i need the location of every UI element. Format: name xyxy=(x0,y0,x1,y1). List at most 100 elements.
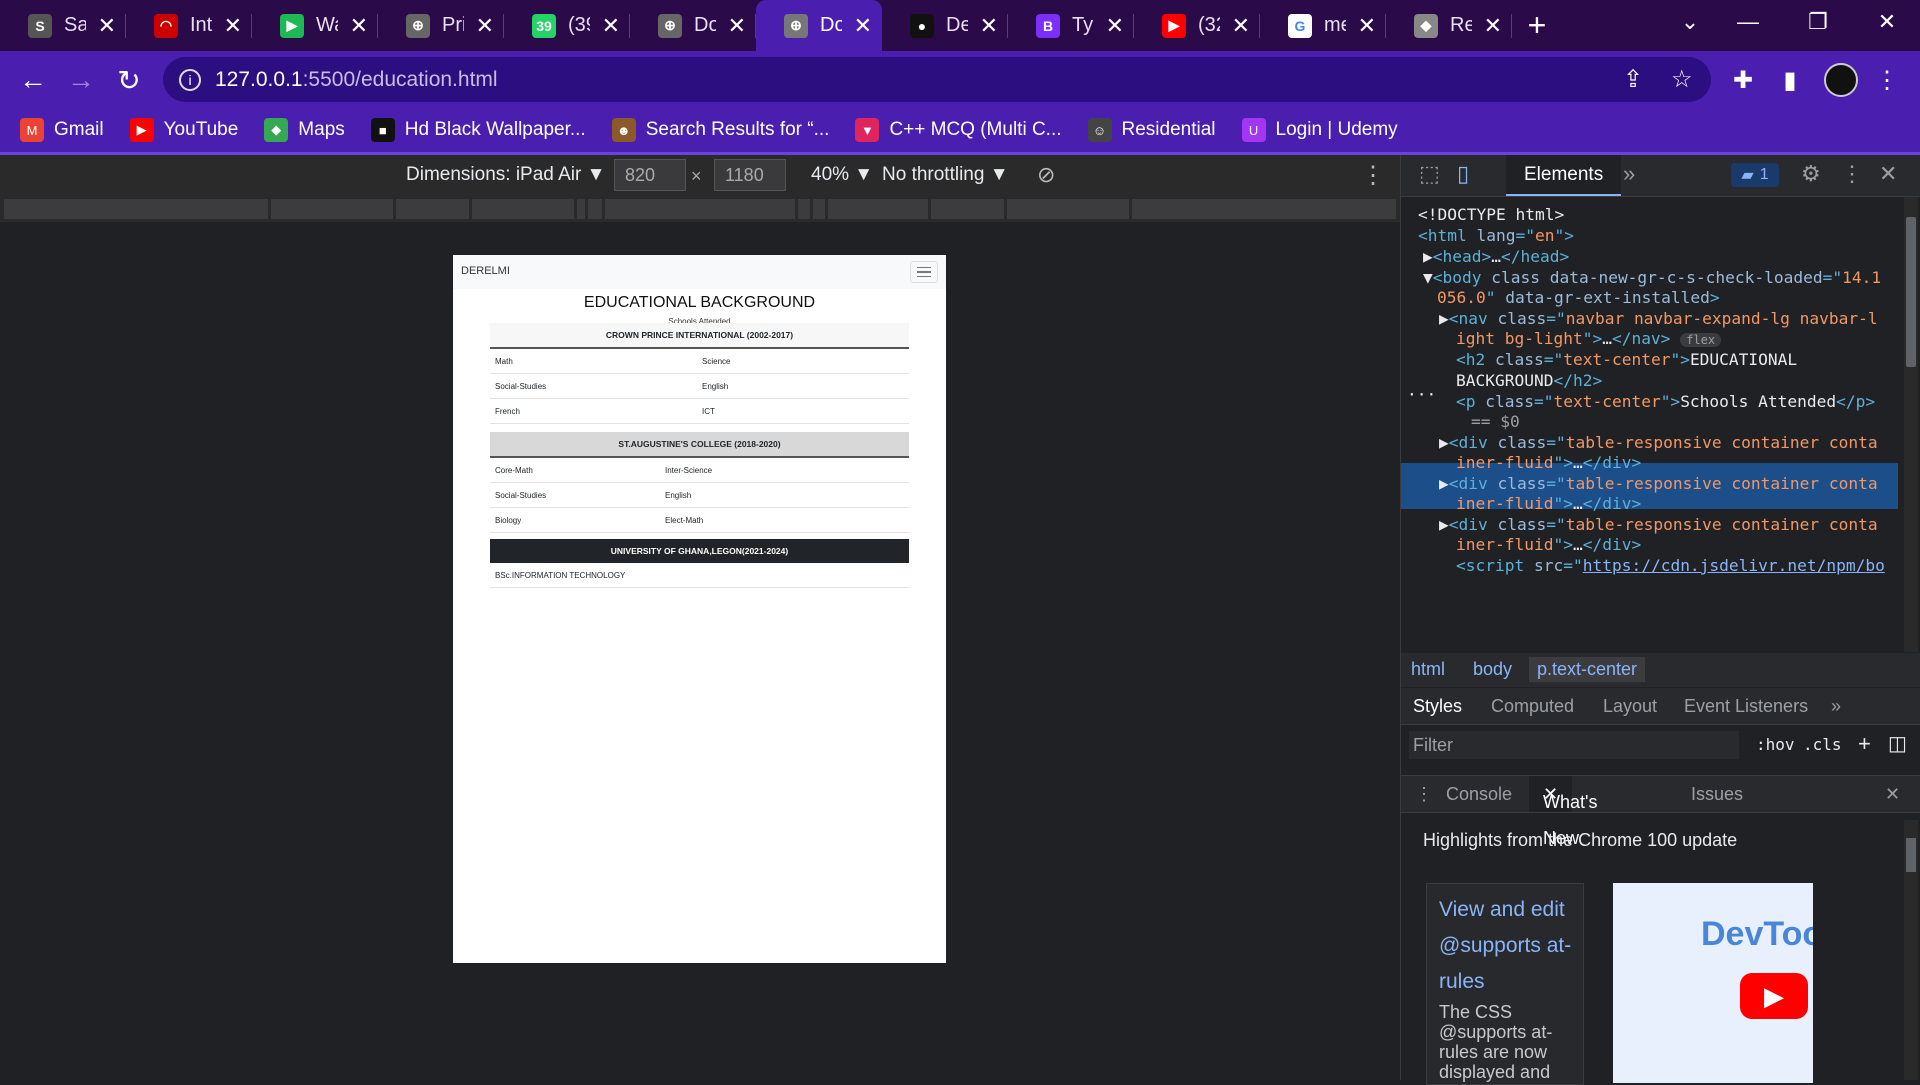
bookmark-label: Search Results for “... xyxy=(645,119,830,140)
tab-favicon-icon: S xyxy=(28,13,52,38)
cls-toggle[interactable]: .cls xyxy=(1803,735,1842,754)
youtube-play-icon[interactable]: ▶ xyxy=(1740,973,1808,1019)
inspect-element-icon[interactable]: ⬚ xyxy=(1419,161,1440,187)
close-devtools-icon[interactable]: ✕ xyxy=(1879,161,1897,187)
device-height-input[interactable]: 1180 xyxy=(714,159,786,191)
sidebar-toggle-icon[interactable]: ◫ xyxy=(1888,731,1907,756)
reload-icon[interactable]: ↻ xyxy=(110,61,148,99)
device-width-input[interactable]: 820 xyxy=(614,159,686,191)
tab-close-icon[interactable]: ✕ xyxy=(854,13,872,39)
browser-tab[interactable]: ▶ (32) ✕ xyxy=(1134,0,1260,51)
bookmark-item[interactable]: ☻ Search Results for “... xyxy=(611,118,830,142)
navbar-brand[interactable]: DERELMI xyxy=(461,265,510,277)
whats-new-video-thumbnail[interactable]: DevToo ▶ xyxy=(1613,883,1813,1083)
tab-layout[interactable]: Layout xyxy=(1603,696,1657,717)
browser-tab[interactable]: ▶ Watc ✕ xyxy=(252,0,378,51)
address-bar[interactable]: i 127.0.0.1:5500/education.html ⇪ ☆ xyxy=(163,57,1711,102)
bookmark-icon: U xyxy=(1241,118,1266,142)
tab-close-icon[interactable]: ✕ xyxy=(224,13,242,39)
site-info-icon[interactable]: i xyxy=(179,68,201,91)
throttling-dropdown[interactable]: No throttling ▼ xyxy=(882,164,1009,186)
tab-whats-new[interactable]: What's New ✕ xyxy=(1529,776,1597,848)
dimension-separator: × xyxy=(691,166,702,186)
breadcrumb-p[interactable]: p.text-center xyxy=(1529,657,1646,682)
browser-tab[interactable]: Gmeri ✕ xyxy=(1260,0,1386,51)
hov-toggle[interactable]: :hov xyxy=(1756,735,1795,754)
media-query-bar[interactable] xyxy=(0,196,1400,222)
profile-avatar[interactable] xyxy=(1824,63,1858,97)
issues-badge[interactable]: ▰ 1 xyxy=(1731,163,1779,187)
bookmark-item[interactable]: ■ Hd Black Wallpaper... xyxy=(370,118,586,142)
settings-gear-icon[interactable]: ⚙ xyxy=(1801,161,1821,187)
minimize-button[interactable]: — xyxy=(1713,0,1783,44)
device-dimensions-dropdown[interactable]: Dimensions: iPad Air ▼ xyxy=(406,164,605,186)
tab-favicon-icon: ◠ xyxy=(154,13,178,38)
whats-new-link[interactable]: View and edit @supports at-rules xyxy=(1439,892,1579,1000)
close-drawer-icon[interactable]: ✕ xyxy=(1885,784,1900,805)
browser-tab[interactable]: ⊕ Docu ✕ xyxy=(756,0,882,51)
bookmark-star-icon[interactable]: ☆ xyxy=(1671,57,1693,102)
tab-close-icon[interactable]: ✕ xyxy=(1484,13,1502,39)
browser-tab[interactable]: S Sakur ✕ xyxy=(0,0,126,51)
dom-scrollbar[interactable] xyxy=(1904,197,1918,652)
breadcrumb-body[interactable]: body xyxy=(1473,659,1512,680)
tab-close-icon[interactable]: ✕ xyxy=(1232,13,1250,39)
browser-tab[interactable]: B Type ✕ xyxy=(1008,0,1134,51)
navbar-toggler-icon[interactable] xyxy=(910,261,938,283)
table-row: BSc.INFORMATION TECHNOLOGY xyxy=(490,563,909,588)
browser-tab[interactable]: 39 (39) ✕ xyxy=(504,0,630,51)
device-toggle-icon[interactable]: ▯ xyxy=(1457,161,1469,187)
breadcrumb-html[interactable]: html xyxy=(1411,659,1445,680)
new-tab-plus-icon[interactable]: + xyxy=(1512,0,1562,51)
devtools-more-icon[interactable]: ⋮ xyxy=(1841,161,1863,187)
browser-tab[interactable]: ⊕ Priva ✕ xyxy=(378,0,504,51)
tab-event-listeners[interactable]: Event Listeners xyxy=(1684,696,1808,717)
browser-tab[interactable]: ◆ Remo ✕ xyxy=(1386,0,1512,51)
bookmark-item[interactable]: ◆ Maps xyxy=(264,118,345,142)
tab-styles[interactable]: Styles xyxy=(1413,696,1462,717)
restore-button[interactable]: ❐ xyxy=(1783,0,1853,44)
more-tabs-chevron-icon[interactable]: » xyxy=(1623,161,1635,187)
tab-elements[interactable]: Elements xyxy=(1506,155,1622,196)
zoom-dropdown[interactable]: 40% ▼ xyxy=(811,164,873,186)
more-styles-chevron-icon[interactable]: » xyxy=(1831,696,1841,717)
back-arrow-icon[interactable]: ← xyxy=(14,61,52,99)
tab-close-icon[interactable]: ✕ xyxy=(980,13,998,39)
tab-close-icon[interactable]: ✕ xyxy=(1358,13,1376,39)
tab-close-icon[interactable]: ✕ xyxy=(602,13,620,39)
browser-tab[interactable]: ● Dere ✕ xyxy=(882,0,1008,51)
bookmark-item[interactable]: ☺ Residential xyxy=(1087,118,1216,142)
tab-close-icon[interactable]: ✕ xyxy=(1106,13,1124,39)
forward-arrow-icon[interactable]: → xyxy=(62,61,100,99)
close-window-button[interactable]: ✕ xyxy=(1852,0,1920,44)
bookmark-item[interactable]: ▶ YouTube xyxy=(129,118,238,142)
bookmark-item[interactable]: M Gmail xyxy=(20,118,104,142)
bookmark-item[interactable]: U Login | Udemy xyxy=(1241,118,1398,142)
extensions-puzzle-icon[interactable]: ✚ xyxy=(1726,63,1760,97)
tab-console[interactable]: Console xyxy=(1446,784,1512,805)
browser-menu-icon[interactable]: ⋮ xyxy=(1870,63,1904,97)
drawer-menu-icon[interactable]: ⋮ xyxy=(1415,784,1433,805)
bookmark-label: Gmail xyxy=(54,119,104,140)
device-more-icon[interactable]: ⋮ xyxy=(1361,161,1385,190)
tab-close-icon[interactable]: ✕ xyxy=(350,13,368,39)
side-panel-icon[interactable]: ▮ xyxy=(1773,63,1807,97)
bookmark-item[interactable]: ▼ C++ MCQ (Multi C... xyxy=(855,118,1062,142)
new-rule-plus-icon[interactable]: + xyxy=(1858,731,1871,757)
dom-tree[interactable]: <!DOCTYPE html> <html lang="en"> ▶<head>… xyxy=(1401,197,1901,652)
rotate-icon[interactable]: ⊘ xyxy=(1037,162,1055,188)
devtools-tabbar: ⬚ ▯ Elements » ▰ 1 ⚙ ⋮ ✕ xyxy=(1401,155,1920,197)
browser-tab[interactable]: ◠ Interi ✕ xyxy=(126,0,252,51)
tab-computed[interactable]: Computed xyxy=(1491,696,1574,717)
bookmark-icon: ▶ xyxy=(129,118,154,142)
table-row: French ICT xyxy=(490,399,909,424)
styles-filter-input[interactable] xyxy=(1409,731,1739,759)
tab-close-icon[interactable]: ✕ xyxy=(728,13,746,39)
drawer-scrollbar[interactable] xyxy=(1904,820,1918,1080)
tab-issues[interactable]: Issues xyxy=(1691,784,1743,805)
school-table-header: CROWN PRINCE INTERNATIONAL (2002-2017) xyxy=(490,323,909,349)
browser-tab[interactable]: ⊕ Docu ✕ xyxy=(630,0,756,51)
tab-close-icon[interactable]: ✕ xyxy=(98,13,116,39)
tab-close-icon[interactable]: ✕ xyxy=(476,13,494,39)
share-icon[interactable]: ⇪ xyxy=(1623,57,1643,102)
